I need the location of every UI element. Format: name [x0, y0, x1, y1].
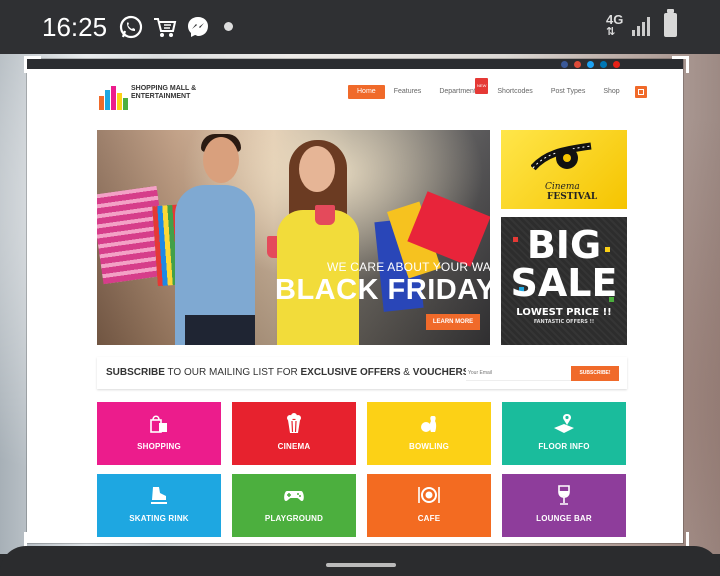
subscribe-bar: SUBSCRIBE TO OUR MAILING LIST FOR EXCLUS…	[97, 357, 627, 389]
tile-label: FLOOR INFO	[538, 442, 590, 451]
woman-head	[299, 146, 335, 192]
plate-cutlery-icon	[418, 487, 440, 503]
man-head	[203, 137, 239, 183]
tile-label: BOWLING	[408, 442, 450, 451]
film-reel-icon	[531, 142, 592, 171]
ampersand-text: &	[400, 367, 413, 378]
tile-label: PLAYGROUND	[264, 514, 324, 523]
email-input[interactable]	[466, 366, 572, 381]
subscribe-text: TO OUR MAILING LIST FOR	[164, 367, 301, 378]
map-pin-icon	[554, 414, 574, 433]
shopping-cart-icon	[154, 18, 177, 37]
tile-label: SHOPPING	[137, 442, 181, 451]
skate-icon	[151, 487, 167, 504]
crop-handle-top-right[interactable]	[672, 56, 689, 73]
vouchers-text: VOUCHERS!	[412, 367, 473, 378]
cinema-festival-promo[interactable]: Cinema FESTIVAL	[501, 130, 627, 209]
exclusive-offers-text: EXCLUSIVE OFFERS	[300, 367, 401, 378]
gamepad-icon	[284, 491, 304, 501]
man-pants	[185, 315, 255, 345]
tile-playground[interactable]: PLAYGROUND	[232, 474, 356, 537]
tile-label: CINEMA	[277, 442, 311, 451]
network-label: 4G	[606, 12, 624, 27]
cinema-label: Cinema	[545, 182, 580, 192]
popcorn-icon	[287, 413, 301, 433]
tile-label: LOUNGE BAR	[536, 514, 592, 523]
hero-banner[interactable]: WE CARE ABOUT YOUR WALLET! BLACK FRIDAY …	[97, 130, 490, 345]
lowest-price-label: LOWEST PRICE !!	[516, 307, 612, 318]
tile-bowling[interactable]: BOWLING	[367, 402, 491, 465]
subscribe-button[interactable]: SUBSCRIBE!	[571, 366, 619, 381]
signal-icon	[632, 17, 650, 36]
whatsapp-icon	[119, 15, 143, 39]
sheet-drag-handle[interactable]	[326, 563, 396, 567]
bowling-pins-icon	[421, 416, 437, 432]
learn-more-button[interactable]: LEARN MORE	[426, 314, 480, 330]
fantastic-offers-label: FANTASTIC OFFERS !!	[533, 319, 595, 325]
sale-label: SALE	[510, 261, 618, 305]
messenger-icon	[188, 17, 208, 37]
clock: 16:25	[42, 12, 108, 42]
tile-label: SKATING RINK	[129, 514, 189, 523]
tile-shopping[interactable]: SHOPPING	[97, 402, 221, 465]
big-sale-promo[interactable]: BIG SALE LOWEST PRICE !! FANTASTIC OFFER…	[501, 217, 627, 345]
festival-label: FESTIVAL	[547, 192, 598, 202]
data-arrows-icon: ⇅	[606, 26, 616, 38]
tile-lounge-bar[interactable]: LOUNGE BAR	[502, 474, 626, 537]
tile-cafe[interactable]: CAFE	[367, 474, 491, 537]
status-bar: 16:25 4G ⇅	[0, 0, 720, 54]
bottom-sheet-panel	[0, 546, 720, 576]
battery-icon	[664, 9, 677, 37]
coffee-cup-icon	[315, 205, 335, 225]
subscribe-word: SUBSCRIBE	[106, 367, 165, 378]
wine-glass-icon	[558, 485, 570, 505]
tile-cinema[interactable]: CINEMA	[232, 402, 356, 465]
subscribe-message: SUBSCRIBE TO OUR MAILING LIST FOR EXCLUS…	[106, 367, 473, 378]
hero-subtitle: WE CARE ABOUT YOUR WALLET!	[327, 260, 490, 274]
notification-dot-icon	[224, 22, 233, 31]
crop-handle-top-left[interactable]	[24, 56, 41, 73]
hero-title: BLACK FRIDAY	[275, 274, 490, 306]
tile-floor-info[interactable]: FLOOR INFO	[502, 402, 626, 465]
tile-skating-rink[interactable]: SKATING RINK	[97, 474, 221, 537]
shopping-bags-icon	[150, 415, 167, 433]
website-content: WE CARE ABOUT YOUR WALLET! BLACK FRIDAY …	[27, 59, 683, 543]
tile-label: CAFE	[417, 514, 441, 523]
bottom-sheet	[0, 546, 720, 576]
network-indicator: 4G ⇅	[606, 12, 624, 38]
